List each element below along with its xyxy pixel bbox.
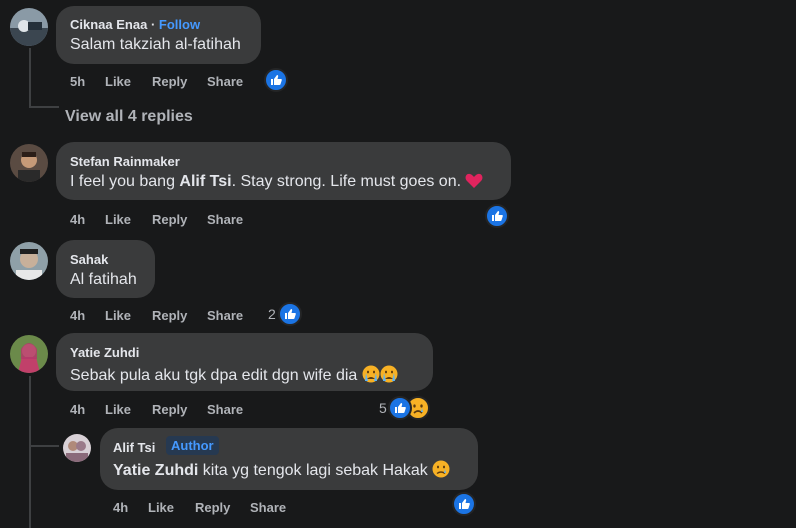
avatar[interactable] [10, 144, 48, 182]
follow-button[interactable]: Follow [159, 17, 200, 32]
author-badge: Author [166, 436, 219, 455]
reply-author[interactable]: Alif Tsi [113, 440, 155, 455]
heart-emoji [465, 173, 483, 194]
share-button[interactable]: Share [207, 308, 243, 323]
reply-button[interactable]: Reply [152, 74, 187, 89]
reply-button[interactable]: Reply [152, 212, 187, 227]
comment-author[interactable]: Ciknaa Enaa · Follow [70, 17, 200, 32]
comment-author[interactable]: Yatie Zuhdi [70, 345, 139, 360]
comment-bubble [56, 6, 261, 64]
like-button[interactable]: Like [148, 500, 174, 515]
crying-emoji [362, 365, 380, 388]
thread-line-curve [29, 106, 59, 108]
thread-line-curve [29, 445, 59, 447]
like-button[interactable]: Like [105, 402, 131, 417]
share-button[interactable]: Share [207, 74, 243, 89]
comment-bubble [56, 240, 155, 298]
separator-dot: · [150, 17, 159, 32]
crying-emoji [380, 365, 398, 388]
reply-text: Yatie Zuhdi kita yg tengok lagi sebak Ha… [113, 460, 450, 483]
comment-text: Al fatihah [70, 271, 137, 288]
share-button[interactable]: Share [250, 500, 286, 515]
view-replies-link[interactable]: View all 4 replies [65, 108, 193, 126]
like-button[interactable]: Like [105, 74, 131, 89]
mention-link[interactable]: Alif Tsi [179, 173, 231, 190]
reply-button[interactable]: Reply [152, 308, 187, 323]
like-button[interactable]: Like [105, 212, 131, 227]
reaction-count[interactable]: 2 [268, 306, 276, 322]
like-icon[interactable] [452, 492, 476, 516]
like-icon[interactable] [278, 302, 302, 326]
author-name[interactable]: Ciknaa Enaa [70, 17, 147, 32]
comment-text: Sebak pula aku tgk dpa edit dgn wife dia [70, 365, 398, 388]
reply-button[interactable]: Reply [152, 402, 187, 417]
thread-line [29, 376, 31, 528]
reaction-count[interactable]: 5 [379, 400, 387, 416]
sad-emoji [432, 460, 450, 483]
like-icon[interactable] [388, 396, 412, 420]
timestamp[interactable]: 4h [70, 212, 85, 227]
timestamp[interactable]: 4h [70, 308, 85, 323]
comment-author[interactable]: Sahak [70, 252, 108, 267]
timestamp[interactable]: 5h [70, 74, 85, 89]
avatar[interactable] [10, 335, 48, 373]
avatar[interactable] [10, 242, 48, 280]
timestamp[interactable]: 4h [70, 402, 85, 417]
reply-text-part: kita yg tengok lagi sebak Hakak [198, 462, 428, 479]
comment-text: Salam takziah al-fatihah [70, 36, 241, 53]
comment-text-part: . Stay strong. Life must goes on. [231, 173, 462, 190]
reply-button[interactable]: Reply [195, 500, 230, 515]
comment-text: I feel you bang Alif Tsi. Stay strong. L… [70, 173, 483, 194]
like-icon[interactable] [485, 204, 509, 228]
avatar[interactable] [63, 434, 91, 462]
timestamp[interactable]: 4h [113, 500, 128, 515]
comment-text-part: Sebak pula aku tgk dpa edit dgn wife dia [70, 367, 358, 384]
like-button[interactable]: Like [105, 308, 131, 323]
share-button[interactable]: Share [207, 402, 243, 417]
comment-author[interactable]: Stefan Rainmaker [70, 154, 180, 169]
like-icon[interactable] [264, 68, 288, 92]
comment-text-part: I feel you bang [70, 173, 180, 190]
thread-line [29, 48, 31, 108]
share-button[interactable]: Share [207, 212, 243, 227]
avatar[interactable] [10, 8, 48, 46]
mention-link[interactable]: Yatie Zuhdi [113, 462, 198, 479]
